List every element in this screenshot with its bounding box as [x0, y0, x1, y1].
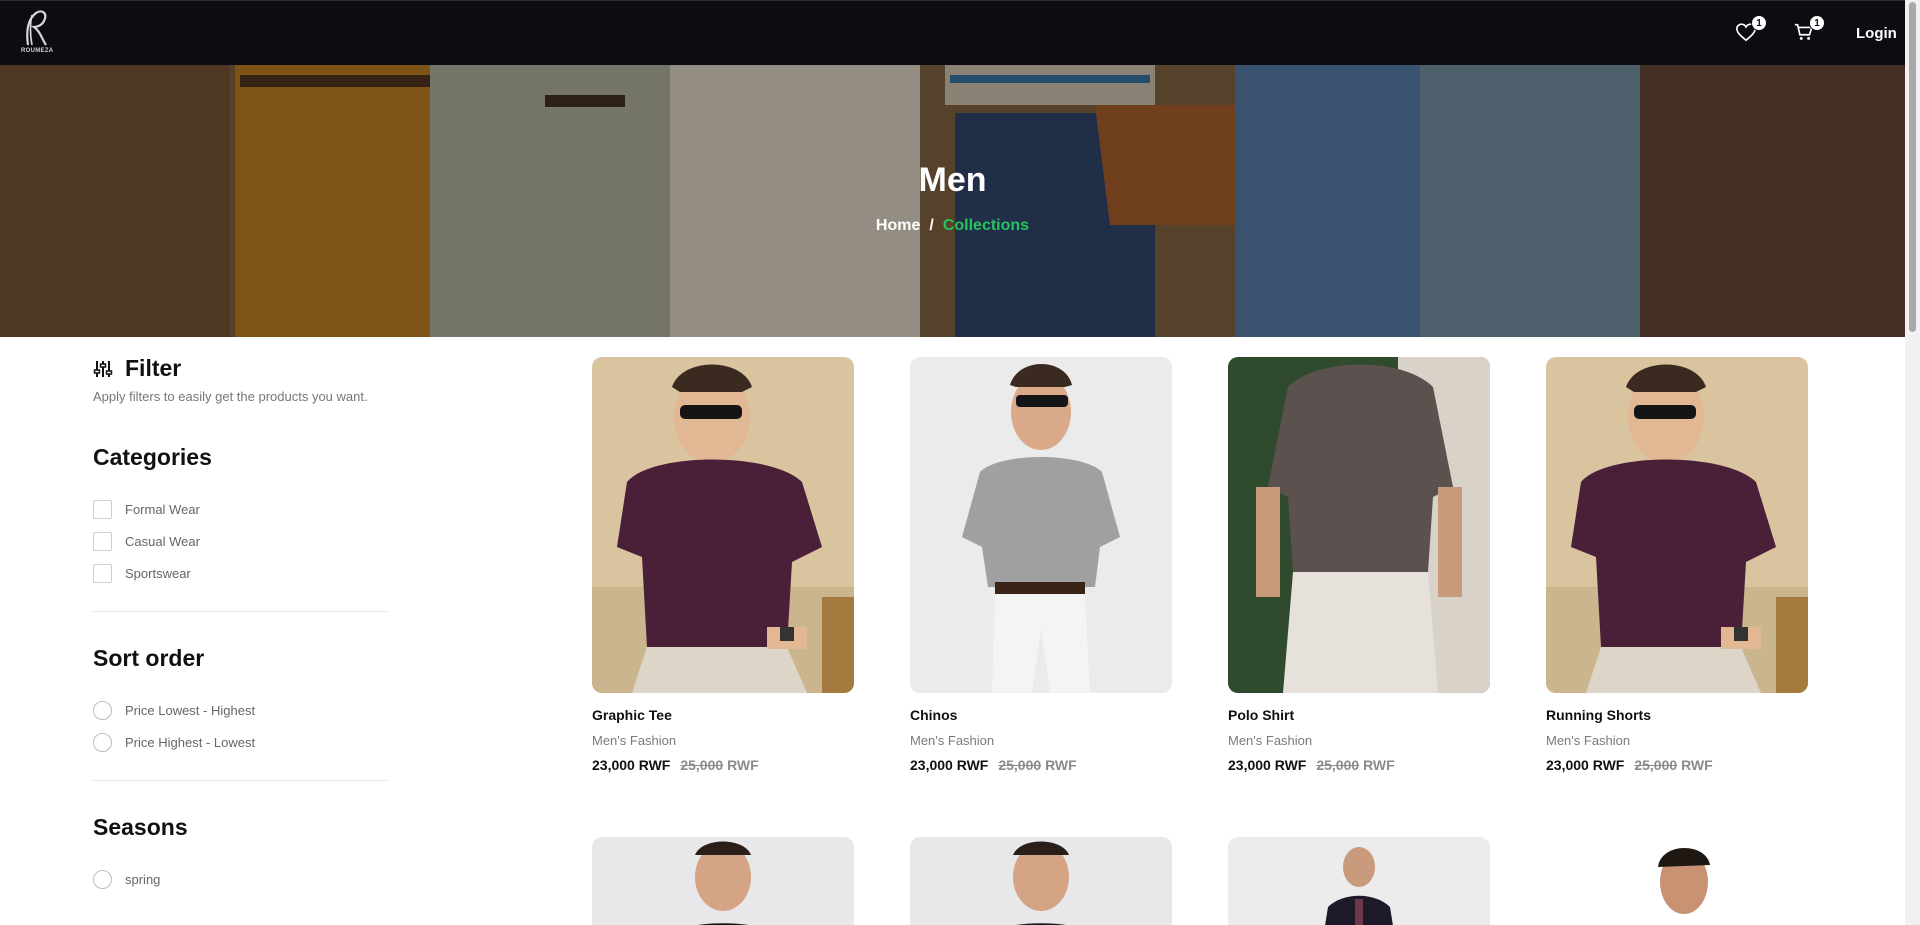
sort-order-title: Sort order	[93, 645, 205, 671]
wishlist-count-badge: 1	[1751, 15, 1767, 31]
category-label: Casual Wear	[125, 533, 200, 549]
product-price: 23,000 RWF 25,000 RWF	[910, 757, 1172, 773]
product-photo-tuxedo	[1228, 837, 1490, 925]
product-photo-graphic-tee	[592, 357, 854, 693]
product-card[interactable]: Chinos Men's Fashion 23,000 RWF 25,000 RW…	[910, 357, 1172, 773]
product-image[interactable]	[1546, 837, 1808, 925]
product-card[interactable]: Polo Shirt Men's Fashion 23,000 RWF 25,00…	[1228, 357, 1490, 773]
divider	[93, 780, 387, 781]
product-photo-running-shorts	[1546, 357, 1808, 693]
old-price: 25,000	[680, 757, 724, 773]
filter-subtitle: Apply filters to easily get the products…	[93, 389, 368, 404]
categories-list: Formal Wear Casual Wear Sportswear	[93, 493, 387, 589]
radio-button[interactable]	[93, 869, 112, 889]
sort-options: Price Lowest - Highest Price Highest - L…	[93, 694, 387, 758]
hero-banner: Men Home / Collections	[0, 65, 1905, 337]
product-card[interactable]	[910, 837, 1172, 925]
sort-option-low-high[interactable]: Price Lowest - Highest	[93, 694, 387, 726]
product-category: Men's Fashion	[592, 733, 677, 748]
page-scrollbar[interactable]	[1905, 0, 1920, 925]
old-price: 25,000	[1316, 757, 1360, 773]
product-photo-polo-shirt	[1228, 357, 1490, 693]
filter-header: Filter	[93, 355, 387, 382]
current-price: 23,000 RWF	[1228, 757, 1307, 773]
product-photo-formal-shirt	[592, 837, 854, 925]
product-image[interactable]	[910, 837, 1172, 925]
product-price: 23,000 RWF 25,000 RWF	[1546, 757, 1808, 773]
season-label: spring	[125, 871, 161, 887]
categories-title: Categories	[93, 444, 212, 470]
breadcrumb-separator: /	[929, 217, 934, 234]
hero-overlay	[0, 65, 1905, 337]
filter-title: Filter	[125, 355, 182, 381]
cart-button[interactable]: 1	[1793, 15, 1825, 47]
old-price-unit: RWF	[727, 757, 759, 773]
divider	[93, 611, 387, 612]
login-link[interactable]: Login	[1856, 25, 1897, 42]
product-photo-chinos	[910, 357, 1172, 693]
breadcrumb-home-link[interactable]: Home	[876, 217, 920, 234]
product-image[interactable]	[910, 357, 1172, 693]
filter-sidebar: Filter Apply filters to easily get the p…	[93, 355, 387, 895]
product-category: Men's Fashion	[1228, 733, 1313, 748]
category-option-formal-wear[interactable]: Formal Wear	[93, 493, 387, 525]
logo-mark-icon	[26, 10, 47, 46]
product-name[interactable]: Graphic Tee	[592, 707, 854, 723]
sort-option-high-low[interactable]: Price Highest - Lowest	[93, 726, 387, 758]
product-image[interactable]	[1228, 837, 1490, 925]
breadcrumb-current: Collections	[942, 217, 1030, 234]
category-label: Sportswear	[125, 565, 191, 581]
seasons-title: Seasons	[93, 814, 188, 840]
old-price: 25,000	[998, 757, 1042, 773]
product-image[interactable]	[1228, 357, 1490, 693]
old-price-unit: RWF	[1363, 757, 1395, 773]
sliders-icon	[93, 360, 113, 377]
checkbox[interactable]	[93, 499, 112, 519]
sort-label: Price Lowest - Highest	[125, 702, 256, 718]
seasons-options: spring	[93, 863, 387, 895]
product-price: 23,000 RWF 25,000 RWF	[592, 757, 854, 773]
old-price-unit: RWF	[1045, 757, 1077, 773]
old-price-unit: RWF	[1681, 757, 1713, 773]
category-option-sportswear[interactable]: Sportswear	[93, 557, 387, 589]
radio-button[interactable]	[93, 700, 112, 720]
product-category: Men's Fashion	[910, 733, 995, 748]
product-image[interactable]	[592, 357, 854, 693]
product-card[interactable]	[1546, 837, 1808, 925]
logo-text: ROUMEZA	[21, 48, 54, 54]
checkbox[interactable]	[93, 563, 112, 583]
product-card[interactable]	[1228, 837, 1490, 925]
wishlist-button[interactable]: 1	[1735, 15, 1767, 47]
radio-button[interactable]	[93, 732, 112, 752]
product-card[interactable]: Graphic Tee Men's Fashion 23,000 RWF 25,0…	[592, 357, 854, 773]
page-title: Men	[918, 161, 987, 199]
category-label: Formal Wear	[125, 501, 200, 517]
product-card[interactable]: Running Shorts Men's Fashion 23,000 RWF 2…	[1546, 357, 1808, 773]
product-category: Men's Fashion	[1546, 733, 1631, 748]
product-image[interactable]	[592, 837, 854, 925]
product-image[interactable]	[1546, 357, 1808, 693]
breadcrumb: Home / Collections	[0, 217, 1905, 235]
product-photo-casual	[1546, 837, 1808, 925]
current-price: 23,000 RWF	[910, 757, 989, 773]
current-price: 23,000 RWF	[1546, 757, 1625, 773]
product-name[interactable]: Running Shorts	[1546, 707, 1808, 723]
product-name[interactable]: Polo Shirt	[1228, 707, 1490, 723]
scrollbar-thumb[interactable]	[1909, 2, 1916, 332]
sort-label: Price Highest - Lowest	[125, 734, 256, 750]
product-price: 23,000 RWF 25,000 RWF	[1228, 757, 1490, 773]
product-card[interactable]	[592, 837, 854, 925]
cart-count-badge: 1	[1809, 15, 1825, 31]
current-price: 23,000 RWF	[592, 757, 671, 773]
product-name[interactable]: Chinos	[910, 707, 1172, 723]
category-option-casual-wear[interactable]: Casual Wear	[93, 525, 387, 557]
checkbox[interactable]	[93, 531, 112, 551]
brand-logo[interactable]: ROUMEZA	[20, 9, 54, 57]
old-price: 25,000	[1634, 757, 1678, 773]
product-photo-suit	[910, 837, 1172, 925]
season-option-spring[interactable]: spring	[93, 863, 387, 895]
top-navbar: ROUMEZA 1 1 Login	[0, 0, 1905, 65]
